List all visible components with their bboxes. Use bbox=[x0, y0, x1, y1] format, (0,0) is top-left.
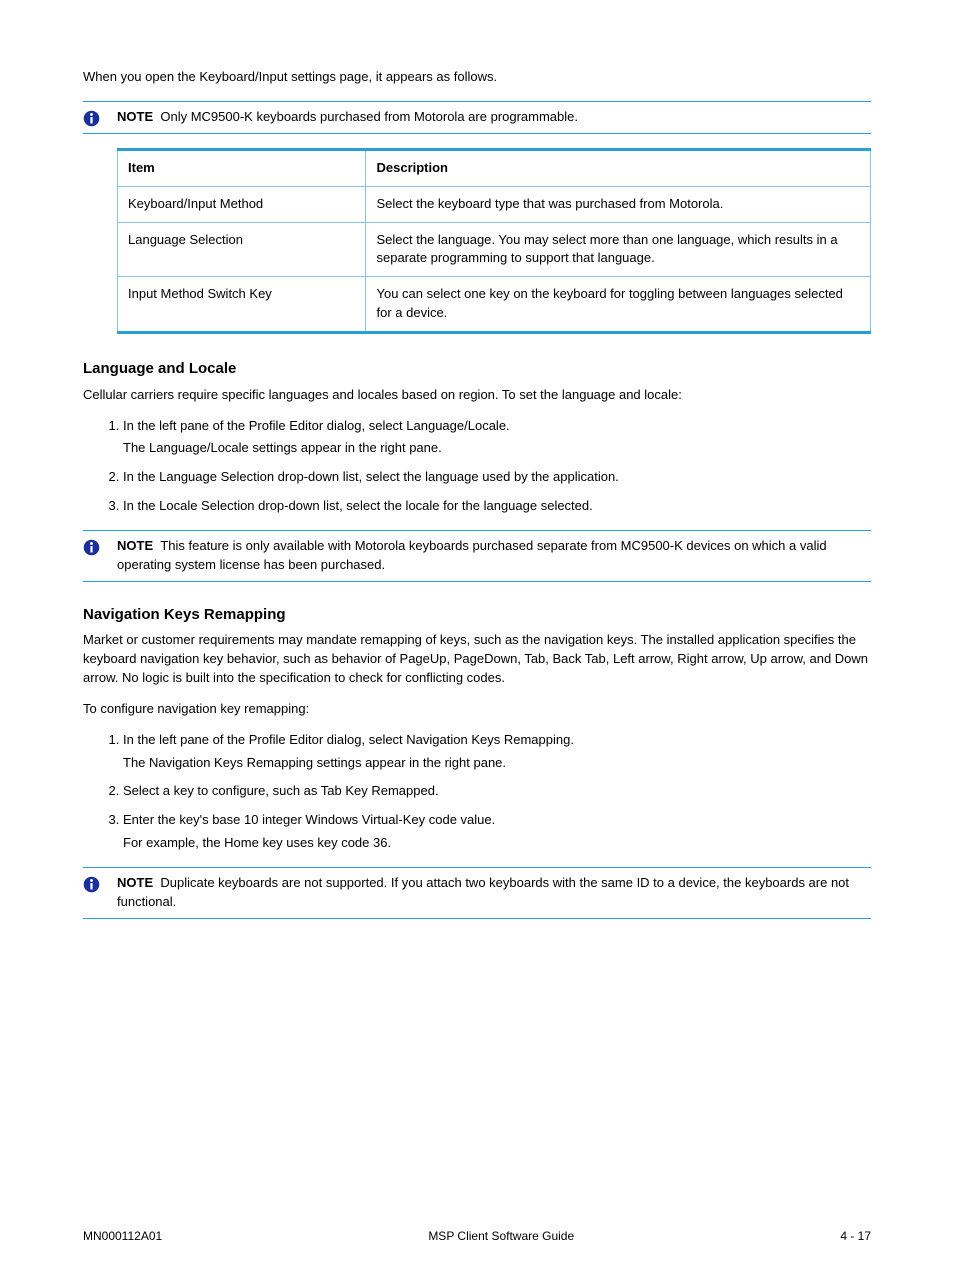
cell-item: Language Selection bbox=[118, 222, 366, 277]
footer-center: MSP Client Software Guide bbox=[428, 1228, 574, 1245]
step-text: In the Locale Selection drop-down list, … bbox=[123, 498, 593, 513]
footer-left: MN000112A01 bbox=[83, 1228, 162, 1245]
step-desc: The Navigation Keys Remapping settings a… bbox=[123, 754, 871, 773]
step-item: Select a key to configure, such as Tab K… bbox=[123, 782, 871, 801]
note-text-2: NOTE This feature is only available with… bbox=[117, 537, 871, 575]
note-text-3: NOTE Duplicate keyboards are not support… bbox=[117, 874, 871, 912]
step-text: In the Language Selection drop-down list… bbox=[123, 469, 619, 484]
step-desc: The Language/Locale settings appear in t… bbox=[123, 439, 871, 458]
step-desc: For example, the Home key uses key code … bbox=[123, 834, 871, 853]
step-item: Enter the key's base 10 integer Windows … bbox=[123, 811, 871, 853]
steps-nav: In the left pane of the Profile Editor d… bbox=[83, 731, 871, 853]
cell-desc: Select the language. You may select more… bbox=[366, 222, 871, 277]
note-block-1: NOTE Only MC9500-K keyboards purchased f… bbox=[83, 101, 871, 134]
step-text: Select a key to configure, such as Tab K… bbox=[123, 783, 439, 798]
step-item: In the Locale Selection drop-down list, … bbox=[123, 497, 871, 516]
cell-item: Input Method Switch Key bbox=[118, 277, 366, 333]
step-text: Enter the key's base 10 integer Windows … bbox=[123, 812, 495, 827]
cell-item: Keyboard/Input Method bbox=[118, 186, 366, 222]
info-icon bbox=[83, 874, 117, 893]
intro-text: When you open the Keyboard/Input setting… bbox=[83, 68, 871, 87]
para-nav-intro2: To configure navigation key remapping: bbox=[83, 700, 871, 719]
table-row: Input Method Switch Key You can select o… bbox=[118, 277, 871, 333]
info-icon bbox=[83, 537, 117, 556]
step-text: In the left pane of the Profile Editor d… bbox=[123, 732, 574, 747]
note-block-2: NOTE This feature is only available with… bbox=[83, 530, 871, 582]
para-locale-intro: Cellular carriers require specific langu… bbox=[83, 386, 871, 405]
note-block-3: NOTE Duplicate keyboards are not support… bbox=[83, 867, 871, 919]
heading-language-locale: Language and Locale bbox=[83, 358, 871, 380]
para-nav-intro1: Market or customer requirements may mand… bbox=[83, 631, 871, 688]
info-icon bbox=[83, 108, 117, 127]
note-text-1: NOTE Only MC9500-K keyboards purchased f… bbox=[117, 108, 871, 127]
cell-desc: Select the keyboard type that was purcha… bbox=[366, 186, 871, 222]
step-text: In the left pane of the Profile Editor d… bbox=[123, 418, 510, 433]
step-item: In the Language Selection drop-down list… bbox=[123, 468, 871, 487]
cell-desc: You can select one key on the keyboard f… bbox=[366, 277, 871, 333]
footer-right: 4 - 17 bbox=[840, 1228, 871, 1245]
th-desc: Description bbox=[366, 149, 871, 186]
table-row: Language Selection Select the language. … bbox=[118, 222, 871, 277]
heading-nav-keys: Navigation Keys Remapping bbox=[83, 604, 871, 626]
table-header-row: Item Description bbox=[118, 149, 871, 186]
keyboard-table: Item Description Keyboard/Input Method S… bbox=[117, 148, 871, 334]
step-item: In the left pane of the Profile Editor d… bbox=[123, 731, 871, 773]
step-item: In the left pane of the Profile Editor d… bbox=[123, 417, 871, 459]
th-item: Item bbox=[118, 149, 366, 186]
page-footer: MN000112A01 MSP Client Software Guide 4 … bbox=[83, 1227, 871, 1245]
steps-locale: In the left pane of the Profile Editor d… bbox=[83, 417, 871, 516]
table-row: Keyboard/Input Method Select the keyboar… bbox=[118, 186, 871, 222]
